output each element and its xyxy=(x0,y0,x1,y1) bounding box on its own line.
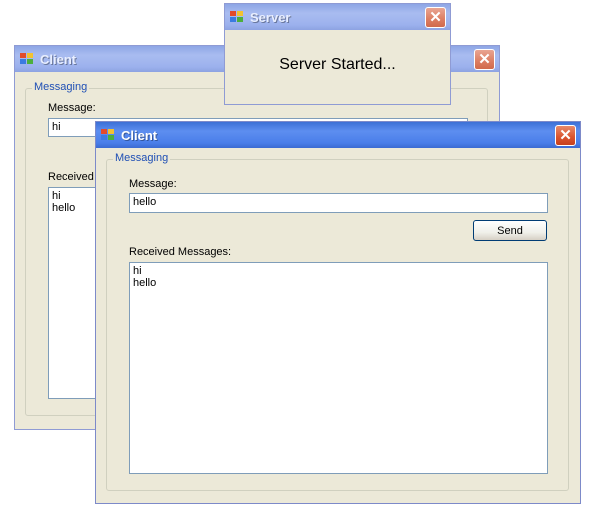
received-messages-list[interactable]: hi hello xyxy=(129,262,548,474)
app-icon xyxy=(101,129,115,141)
app-icon xyxy=(20,53,34,65)
app-icon xyxy=(230,11,244,23)
window-title: Client xyxy=(121,127,158,143)
close-icon[interactable]: ✕ xyxy=(474,49,495,70)
message-input[interactable]: hello xyxy=(129,193,548,213)
groupbox-label: Messaging xyxy=(32,81,90,93)
client-window-foreground[interactable]: Client ✕ Messaging Message: hello Send R… xyxy=(95,121,581,504)
list-item[interactable]: hello xyxy=(133,277,544,289)
groupbox-label: Messaging xyxy=(113,152,171,164)
window-title: Client xyxy=(40,51,77,67)
window-title: Server xyxy=(250,9,291,25)
server-window[interactable]: Server ✕ Server Started... xyxy=(224,3,451,105)
received-label: Received xyxy=(48,171,94,183)
client-foreground-titlebar[interactable]: Client ✕ xyxy=(96,122,580,148)
message-label: Message: xyxy=(48,102,96,114)
server-titlebar[interactable]: Server ✕ xyxy=(225,4,450,30)
close-icon[interactable]: ✕ xyxy=(555,125,576,146)
list-item[interactable]: hi xyxy=(133,265,544,277)
message-label: Message: xyxy=(129,178,177,190)
send-button[interactable]: Send xyxy=(473,220,547,241)
close-icon[interactable]: ✕ xyxy=(425,7,446,28)
received-messages-label: Received Messages: xyxy=(129,246,232,258)
server-status-text: Server Started... xyxy=(279,56,396,73)
